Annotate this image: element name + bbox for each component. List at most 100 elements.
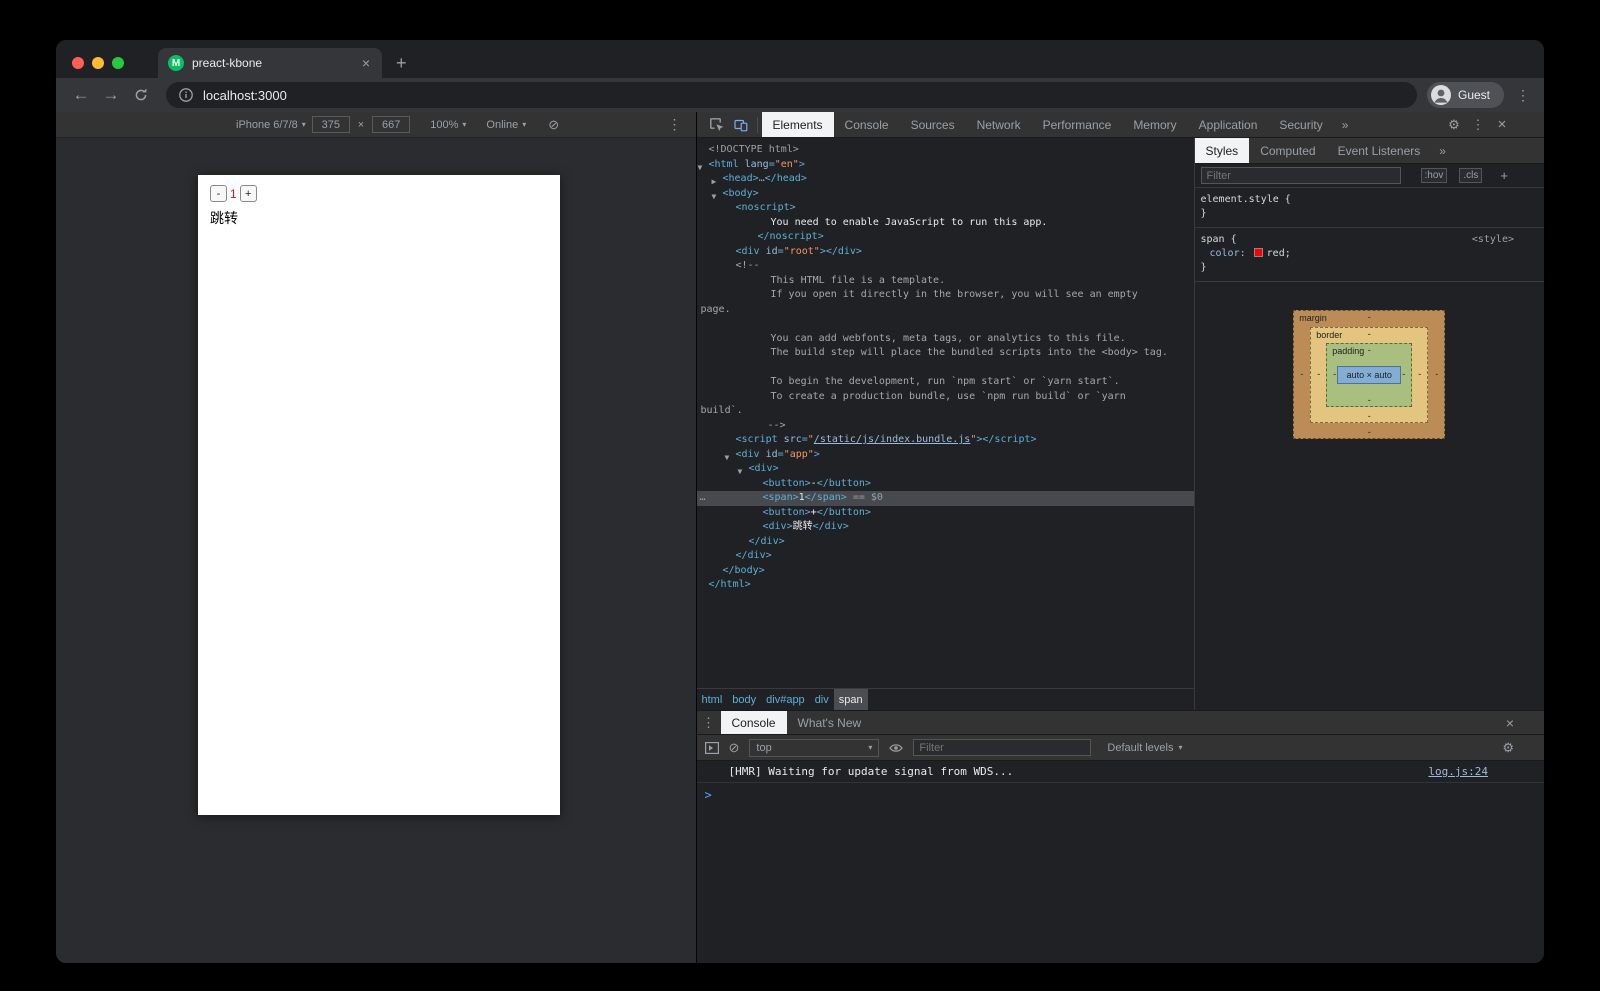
browser-tab[interactable]: M preact-kbone × [158,48,382,78]
tree-node[interactable]: <button>-</button> [697,477,1194,492]
tree-node[interactable]: page. [697,303,1194,318]
tree-node[interactable]: To create a production bundle, use `npm … [697,390,1194,405]
console-sidebar-toggle-icon[interactable] [705,742,719,754]
tree-node[interactable]: If you open it directly in the browser, … [697,288,1194,303]
content-size[interactable]: auto × auto [1337,366,1401,384]
style-source-link[interactable]: <style> [1472,233,1514,247]
forward-icon[interactable]: → [96,85,126,105]
tree-node[interactable]: </html> [697,578,1194,593]
tree-node[interactable]: </div> [697,535,1194,550]
console-source-link[interactable]: log.js:24 [1428,765,1488,778]
border-left-value[interactable]: - [1317,369,1320,379]
back-icon[interactable]: ← [66,85,96,105]
devtools-tab-application[interactable]: Application [1188,112,1269,137]
border-bottom-value[interactable]: - [1311,411,1427,421]
tree-node[interactable]: ▼<html lang="en"> [697,158,1194,173]
tree-node[interactable]: ▼<body> [697,187,1194,202]
live-expression-eye-icon[interactable] [889,743,903,753]
throttling-select[interactable]: Online ▾ [486,119,526,131]
devtools-tab-sources[interactable]: Sources [900,112,966,137]
devtools-menu-icon[interactable]: ⋮ [1466,117,1490,133]
tree-node[interactable]: You can add webfonts, meta tags, or anal… [697,332,1194,347]
devtools-tab-network[interactable]: Network [966,112,1032,137]
devtools-tab-elements[interactable]: Elements [762,112,834,137]
more-tabs-icon[interactable]: » [1431,144,1454,158]
console-prompt[interactable]: > [697,783,1545,807]
tree-node[interactable]: <script src="/static/js/index.bundle.js"… [697,433,1194,448]
address-bar[interactable]: localhost:3000 [166,82,1417,108]
tree-node[interactable]: ▼<div> [697,462,1194,477]
devtools-tab-performance[interactable]: Performance [1032,112,1123,137]
tree-node[interactable]: <div>跳转</div> [697,520,1194,535]
tree-node[interactable]: To begin the development, run `npm start… [697,375,1194,390]
css-property-name[interactable]: color: [1210,248,1246,259]
css-property-value[interactable]: red; [1267,248,1291,259]
color-swatch[interactable] [1254,248,1263,257]
increment-button[interactable]: + [240,185,257,202]
margin-top-value[interactable]: - [1294,312,1444,322]
border-top-value[interactable]: - [1311,329,1427,339]
rotate-icon[interactable]: ⊘ [548,117,559,133]
tree-node[interactable]: ▶<head>…</head> [697,172,1194,187]
device-toolbar-toggle-icon[interactable] [729,118,753,132]
settings-gear-icon[interactable]: ⚙ [1442,117,1466,133]
close-window-button[interactable] [72,57,84,69]
drawer-tab-console[interactable]: Console [721,711,787,734]
device-height-input[interactable] [372,116,410,133]
pseudo-state-button[interactable]: :hov [1421,168,1448,183]
console-filter-input[interactable] [913,739,1091,756]
tree-node[interactable]: </body> [697,564,1194,579]
device-toolbar-menu-icon[interactable]: ⋮ [668,116,682,133]
border-right-value[interactable]: - [1418,369,1421,379]
console-settings-icon[interactable]: ⚙ [1502,740,1514,756]
tree-node[interactable]: <div id="root"></div> [697,245,1194,260]
breadcrumb-body[interactable]: body [727,689,761,711]
class-toggle-button[interactable]: .cls [1459,168,1482,183]
profile-button[interactable]: Guest [1427,82,1504,108]
drawer-menu-icon[interactable]: ⋮ [697,715,721,731]
margin-bottom-value[interactable]: - [1294,427,1444,437]
styles-tab-event-listeners[interactable]: Event Listeners [1327,138,1432,163]
breadcrumb-div-app[interactable]: div#app [761,689,810,711]
padding-left-value[interactable]: - [1333,369,1336,379]
site-info-icon[interactable] [178,87,194,103]
margin-left-value[interactable]: - [1300,369,1303,379]
more-tabs-icon[interactable]: » [1334,118,1357,132]
tree-node[interactable]: --> [697,419,1194,434]
maximize-window-button[interactable] [112,57,124,69]
devtools-tab-security[interactable]: Security [1268,112,1333,137]
padding-bottom-value[interactable]: - [1327,395,1411,405]
minimize-window-button[interactable] [92,57,104,69]
tree-node[interactable]: This HTML file is a template. [697,274,1194,289]
drawer-close-icon[interactable]: × [1506,715,1514,731]
tree-node[interactable]: The build step will place the bundled sc… [697,346,1194,361]
new-style-rule-button[interactable]: + [1500,168,1508,183]
breadcrumb-html[interactable]: html [697,689,728,711]
inspect-element-icon[interactable] [705,118,729,132]
margin-right-value[interactable]: - [1435,369,1438,379]
console-context-select[interactable]: top ▾ [749,739,879,757]
tree-node[interactable] [697,361,1194,376]
breadcrumb-span[interactable]: span [834,689,868,711]
tree-node-selected[interactable]: …<span>1</span> == $0 [697,491,1194,506]
padding-top-value[interactable]: - [1327,345,1411,355]
tree-node[interactable]: You need to enable JavaScript to run thi… [697,216,1194,231]
tree-node[interactable]: </div> [697,549,1194,564]
decrement-button[interactable]: - [210,185,227,202]
tab-close-icon[interactable]: × [360,55,372,71]
tree-node[interactable] [697,317,1194,332]
breadcrumb-div[interactable]: div [810,689,834,711]
jump-link[interactable]: 跳转 [210,208,548,228]
tree-node[interactable]: <noscript> [697,201,1194,216]
styles-filter-input[interactable] [1201,167,1401,184]
device-select[interactable]: iPhone 6/7/8 ▾ [236,119,306,131]
tree-node[interactable]: ▼<div id="app"> [697,448,1194,463]
new-tab-button[interactable]: + [396,53,407,74]
tree-node[interactable]: <!DOCTYPE html> [697,143,1194,158]
device-width-input[interactable] [312,116,350,133]
tree-node[interactable]: <button>+</button> [697,506,1194,521]
clear-console-icon[interactable]: ⊘ [729,740,740,756]
reload-icon[interactable] [126,87,156,103]
tree-node[interactable]: build`. [697,404,1194,419]
tree-node[interactable]: <!-- [697,259,1194,274]
